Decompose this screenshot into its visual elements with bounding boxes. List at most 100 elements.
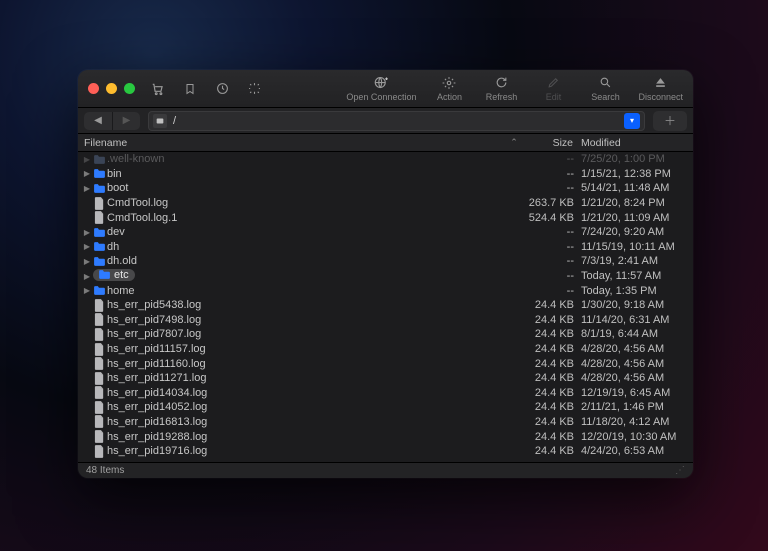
file-name: CmdTool.log — [106, 197, 519, 209]
file-modified: Today, 1:35 PM — [581, 285, 693, 297]
file-row[interactable]: hs_err_pid19716.log24.4 KB4/24/20, 6:53 … — [78, 444, 693, 459]
file-size: -- — [519, 153, 581, 165]
window-controls — [88, 83, 135, 94]
file-icon — [92, 431, 106, 443]
file-modified: 11/14/20, 6:31 AM — [581, 314, 693, 326]
file-modified: 7/24/20, 9:20 AM — [581, 226, 693, 238]
disclosure-triangle-icon[interactable]: ▶ — [82, 169, 92, 178]
file-modified: 1/15/21, 12:38 PM — [581, 168, 693, 180]
file-name: hs_err_pid14052.log — [106, 401, 519, 413]
refresh-icon — [495, 76, 508, 90]
disclosure-triangle-icon[interactable]: ▶ — [82, 286, 92, 295]
file-row[interactable]: ▶etc--Today, 11:57 AM — [78, 269, 693, 284]
sort-indicator-icon[interactable]: ⌃ — [507, 137, 521, 148]
file-icon — [92, 314, 106, 326]
open-connection-button[interactable]: Open Connection — [346, 76, 416, 102]
file-icon — [92, 401, 106, 413]
file-row[interactable]: ▶dev--7/24/20, 9:20 AM — [78, 225, 693, 240]
cart-icon[interactable] — [151, 82, 165, 96]
file-name: hs_err_pid16813.log — [106, 416, 519, 428]
file-icon — [92, 343, 106, 355]
zoom-window-button[interactable] — [124, 83, 135, 94]
file-size: 24.4 KB — [519, 387, 581, 399]
status-bar: 48 Items ⋰ — [78, 462, 693, 478]
file-name: CmdTool.log.1 — [106, 212, 519, 224]
file-row[interactable]: ▶.well-known--7/25/20, 1:00 PM — [78, 152, 693, 167]
search-icon — [599, 76, 612, 90]
action-button[interactable]: Action — [430, 76, 468, 102]
file-size: -- — [519, 168, 581, 180]
history-icon[interactable] — [215, 82, 229, 96]
path-dropdown-button[interactable]: ▾ — [624, 113, 640, 129]
file-size: -- — [519, 285, 581, 297]
search-button[interactable]: Search — [586, 76, 624, 102]
file-name: hs_err_pid11271.log — [106, 372, 519, 384]
disclosure-triangle-icon[interactable]: ▶ — [82, 257, 92, 266]
file-row[interactable]: CmdTool.log.1524.4 KB1/21/20, 11:09 AM — [78, 210, 693, 225]
file-row[interactable]: hs_err_pid11160.log24.4 KB4/28/20, 4:56 … — [78, 356, 693, 371]
file-row[interactable]: ▶dh.old--7/3/19, 2:41 AM — [78, 254, 693, 269]
minimize-window-button[interactable] — [106, 83, 117, 94]
file-row[interactable]: hs_err_pid11157.log24.4 KB4/28/20, 4:56 … — [78, 342, 693, 357]
col-size[interactable]: Size — [521, 137, 581, 149]
file-row[interactable]: hs_err_pid7498.log24.4 KB11/14/20, 6:31 … — [78, 313, 693, 328]
bookmark-icon[interactable] — [183, 82, 197, 96]
tool-icon[interactable] — [247, 82, 261, 96]
file-row[interactable]: ▶ home--Today, 1:35 PM — [78, 283, 693, 298]
file-size: 24.4 KB — [519, 328, 581, 340]
folder-icon — [92, 241, 106, 253]
file-modified: 2/11/21, 1:46 PM — [581, 401, 693, 413]
file-modified: 12/20/19, 10:30 AM — [581, 431, 693, 443]
file-row[interactable]: hs_err_pid14034.log24.4 KB12/19/19, 6:45… — [78, 386, 693, 401]
toolbar-actions: Open Connection Action Refresh Edit Sear… — [346, 76, 683, 102]
file-size: -- — [519, 241, 581, 253]
folder-icon — [92, 168, 106, 180]
col-modified[interactable]: Modified — [581, 137, 693, 149]
file-name: dev — [106, 226, 519, 238]
disclosure-triangle-icon[interactable]: ▶ — [82, 228, 92, 237]
disclosure-triangle-icon[interactable]: ▶ — [82, 155, 92, 164]
file-row[interactable]: hs_err_pid5438.log24.4 KB1/30/20, 9:18 A… — [78, 298, 693, 313]
edit-button: Edit — [534, 76, 572, 102]
col-filename[interactable]: Filename — [84, 137, 507, 149]
folder-icon — [92, 153, 106, 165]
file-modified: 5/14/21, 11:48 AM — [581, 182, 693, 194]
disconnect-button[interactable]: Disconnect — [638, 76, 683, 102]
file-modified: 4/28/20, 4:56 AM — [581, 358, 693, 370]
disclosure-triangle-icon[interactable]: ▶ — [82, 272, 92, 281]
file-row[interactable]: hs_err_pid7807.log24.4 KB8/1/19, 6:44 AM — [78, 327, 693, 342]
file-modified: 11/18/20, 4:12 AM — [581, 416, 693, 428]
file-size: 24.4 KB — [519, 445, 581, 457]
nav-back-button[interactable]: ◀ — [84, 112, 112, 130]
add-button[interactable]: ＋ — [653, 111, 687, 131]
file-size: 24.4 KB — [519, 416, 581, 428]
resize-grip-icon[interactable]: ⋰ — [675, 465, 685, 476]
file-name: home — [106, 285, 519, 297]
path-field[interactable]: / ▾ — [148, 111, 645, 131]
refresh-label: Refresh — [486, 92, 518, 102]
refresh-button[interactable]: Refresh — [482, 76, 520, 102]
file-modified: 1/30/20, 9:18 AM — [581, 299, 693, 311]
file-icon — [92, 358, 106, 370]
file-icon — [92, 372, 106, 384]
file-row[interactable]: hs_err_pid11271.log24.4 KB4/28/20, 4:56 … — [78, 371, 693, 386]
file-row[interactable]: hs_err_pid16813.log24.4 KB11/18/20, 4:12… — [78, 415, 693, 430]
file-list[interactable]: ▶.well-known--7/25/20, 1:00 PM▶bin--1/15… — [78, 152, 693, 462]
file-row[interactable]: ▶dh--11/15/19, 10:11 AM — [78, 240, 693, 255]
file-name: hs_err_pid11157.log — [106, 343, 519, 355]
file-row[interactable]: CmdTool.log263.7 KB1/21/20, 8:24 PM — [78, 196, 693, 211]
disclosure-triangle-icon[interactable]: ▶ — [82, 184, 92, 193]
file-name: hs_err_pid14034.log — [106, 387, 519, 399]
close-window-button[interactable] — [88, 83, 99, 94]
file-row[interactable]: ▶bin--1/15/21, 12:38 PM — [78, 167, 693, 182]
file-name: boot — [106, 182, 519, 194]
disclosure-triangle-icon[interactable]: ▶ — [82, 242, 92, 251]
file-icon — [92, 197, 106, 209]
file-row[interactable]: ▶boot--5/14/21, 11:48 AM — [78, 181, 693, 196]
file-row[interactable]: hs_err_pid19288.log24.4 KB12/20/19, 10:3… — [78, 429, 693, 444]
nav-forward-button[interactable]: ▶ — [112, 112, 140, 130]
file-row[interactable]: hs_err_pid14052.log24.4 KB2/11/21, 1:46 … — [78, 400, 693, 415]
file-modified: 1/21/20, 8:24 PM — [581, 197, 693, 209]
column-header: Filename ⌃ Size Modified — [78, 134, 693, 152]
file-size: 24.4 KB — [519, 372, 581, 384]
